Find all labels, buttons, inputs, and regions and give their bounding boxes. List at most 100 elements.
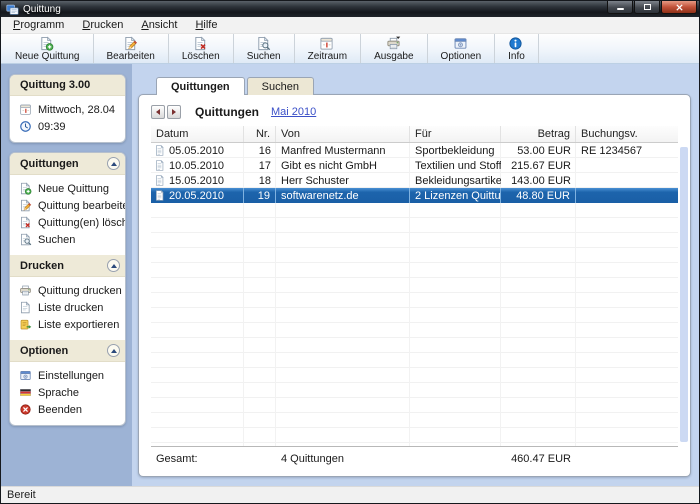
doc-plus-icon	[39, 36, 55, 51]
close-button[interactable]	[661, 1, 697, 14]
vertical-scrollbar[interactable]	[680, 147, 688, 442]
collapse-button[interactable]	[107, 157, 120, 170]
info-item-label: Mittwoch, 28.04	[38, 104, 115, 116]
quit-icon	[19, 403, 32, 416]
nav-item[interactable]: Suchen	[19, 233, 121, 246]
maximize-button[interactable]	[634, 1, 660, 14]
minimize-icon	[617, 8, 624, 10]
section-title: Quittungen	[20, 158, 79, 170]
status-text: Bereit	[7, 489, 36, 501]
content-area: Quittung 3.00 Mittwoch, 28.04 09:39	[1, 64, 699, 486]
info-item: 09:39	[19, 120, 121, 133]
menu-item[interactable]: Programm	[4, 18, 73, 32]
footer-label: Gesamt:	[151, 453, 244, 465]
nav-item-label: Quittung bearbeiten	[38, 200, 126, 212]
footer-count: 4 Quittungen	[276, 453, 410, 465]
doc-x-icon	[193, 36, 209, 51]
nav-item-label: Liste drucken	[38, 302, 103, 314]
cell-nr: 19	[244, 188, 276, 203]
nav-item-label: Einstellungen	[38, 370, 104, 382]
app-version-label: Quittung 3.00	[20, 79, 90, 91]
maximize-icon	[644, 4, 651, 10]
page-title: Quittungen	[195, 105, 259, 119]
tab-bar: QuittungenSuchen	[156, 76, 691, 94]
settings-icon	[19, 369, 32, 382]
info-item: Mittwoch, 28.04	[19, 103, 121, 116]
cell-nr: 18	[244, 173, 276, 188]
clock-icon	[19, 120, 32, 133]
toolbar-button[interactable]: Bearbeiten	[94, 34, 169, 63]
toolbar-button[interactable]: Optionen	[428, 34, 496, 63]
column-header[interactable]: Buchungsv.	[576, 126, 678, 142]
nav-item[interactable]: Quittung(en) löschen	[19, 216, 121, 229]
column-header[interactable]: Nr.	[244, 126, 276, 142]
table-row[interactable]: 15.05.2010 18 Herr Schuster Bekleidungsa…	[151, 173, 678, 188]
table-footer: Gesamt: 4 Quittungen 460.47 EUR	[151, 446, 678, 470]
menu-item[interactable]: Hilfe	[186, 18, 226, 32]
column-header[interactable]: Von	[276, 126, 410, 142]
cell-betrag: 215.67 EUR	[501, 158, 576, 173]
toolbar-button[interactable]: Neue Quittung	[2, 34, 94, 63]
doc-search-icon	[19, 233, 32, 246]
panel-header: Quittungen Mai 2010	[139, 95, 690, 124]
printer-icon	[19, 284, 32, 297]
nav-section: Drucken Quittung drucken	[10, 255, 125, 340]
info-panel: Quittung 3.00 Mittwoch, 28.04 09:39	[9, 74, 126, 143]
period-link[interactable]: Mai 2010	[271, 106, 316, 118]
row-doc-icon	[154, 159, 165, 172]
cell-fuer: Textilien und Stoffe	[410, 158, 501, 173]
nav-item[interactable]: Quittung bearbeiten	[19, 199, 121, 212]
nav-item-label: Sprache	[38, 387, 79, 399]
collapse-button[interactable]	[107, 344, 120, 357]
collapse-button[interactable]	[107, 259, 120, 272]
footer-total: 460.47 EUR	[501, 453, 576, 465]
doc-pencil-icon	[19, 199, 32, 212]
menu-item[interactable]: Drucken	[73, 18, 132, 32]
menu-item[interactable]: Ansicht	[132, 18, 186, 32]
cell-von: Gibt es nicht GmbH	[276, 158, 410, 173]
nav-item[interactable]: Beenden	[19, 403, 121, 416]
nav-panel: Quittungen Neue Quittung	[9, 152, 126, 426]
prev-month-button[interactable]	[151, 105, 165, 119]
column-header[interactable]: Für	[410, 126, 501, 142]
table-row[interactable]: 05.05.2010 16 Manfred Mustermann Sportbe…	[151, 143, 678, 158]
tab[interactable]: Quittungen	[156, 77, 245, 95]
arrow-right-icon	[172, 109, 176, 115]
cell-datum: 05.05.2010	[151, 143, 244, 158]
nav-item[interactable]: Quittung drucken	[19, 284, 121, 297]
table-row[interactable]: 20.05.2010 19 softwarenetz.de 2 Lizenzen…	[151, 188, 678, 203]
minimize-button[interactable]	[607, 1, 633, 14]
column-header[interactable]: Datum	[151, 126, 244, 142]
nav-item-label: Quittung(en) löschen	[38, 217, 126, 229]
toolbar-button[interactable]: Suchen	[234, 34, 295, 63]
info-item-label: 09:39	[38, 121, 66, 133]
sidebar: Quittung 3.00 Mittwoch, 28.04 09:39	[1, 64, 132, 486]
tab[interactable]: Suchen	[247, 77, 314, 95]
cell-von: softwarenetz.de	[276, 188, 410, 203]
row-doc-icon	[154, 189, 165, 202]
cell-nr: 17	[244, 158, 276, 173]
section-header: Drucken	[10, 255, 125, 277]
nav-item[interactable]: Liste drucken	[19, 301, 121, 314]
nav-section: Optionen Einstellungen	[10, 340, 125, 425]
nav-item[interactable]: Einstellungen	[19, 369, 121, 382]
table-row[interactable]: 10.05.2010 17 Gibt es nicht GmbH Textili…	[151, 158, 678, 173]
section-title: Optionen	[20, 345, 68, 357]
toolbar-button[interactable]: Löschen	[169, 34, 234, 63]
nav-item-label: Suchen	[38, 234, 75, 246]
toolbar-button[interactable]: Ausgabe	[361, 34, 427, 63]
app-icon	[6, 3, 19, 16]
section-items: Quittung drucken Liste drucken Liste exp…	[10, 277, 125, 340]
column-header[interactable]: Betrag	[501, 126, 576, 142]
toolbar-button[interactable]: Info	[495, 34, 539, 63]
toolbar-button[interactable]: Zeitraum	[295, 34, 361, 63]
nav-item[interactable]: Neue Quittung	[19, 182, 121, 195]
doc-pencil-icon	[123, 36, 139, 51]
next-month-button[interactable]	[167, 105, 181, 119]
nav-item[interactable]: Sprache	[19, 386, 121, 399]
cell-betrag: 48.80 EUR	[501, 188, 576, 203]
cell-buchung	[576, 188, 678, 203]
nav-item[interactable]: Liste exportieren	[19, 318, 121, 331]
main-column: QuittungenSuchen Quittungen Mai 2010 Dat…	[132, 64, 699, 486]
cell-datum: 15.05.2010	[151, 173, 244, 188]
